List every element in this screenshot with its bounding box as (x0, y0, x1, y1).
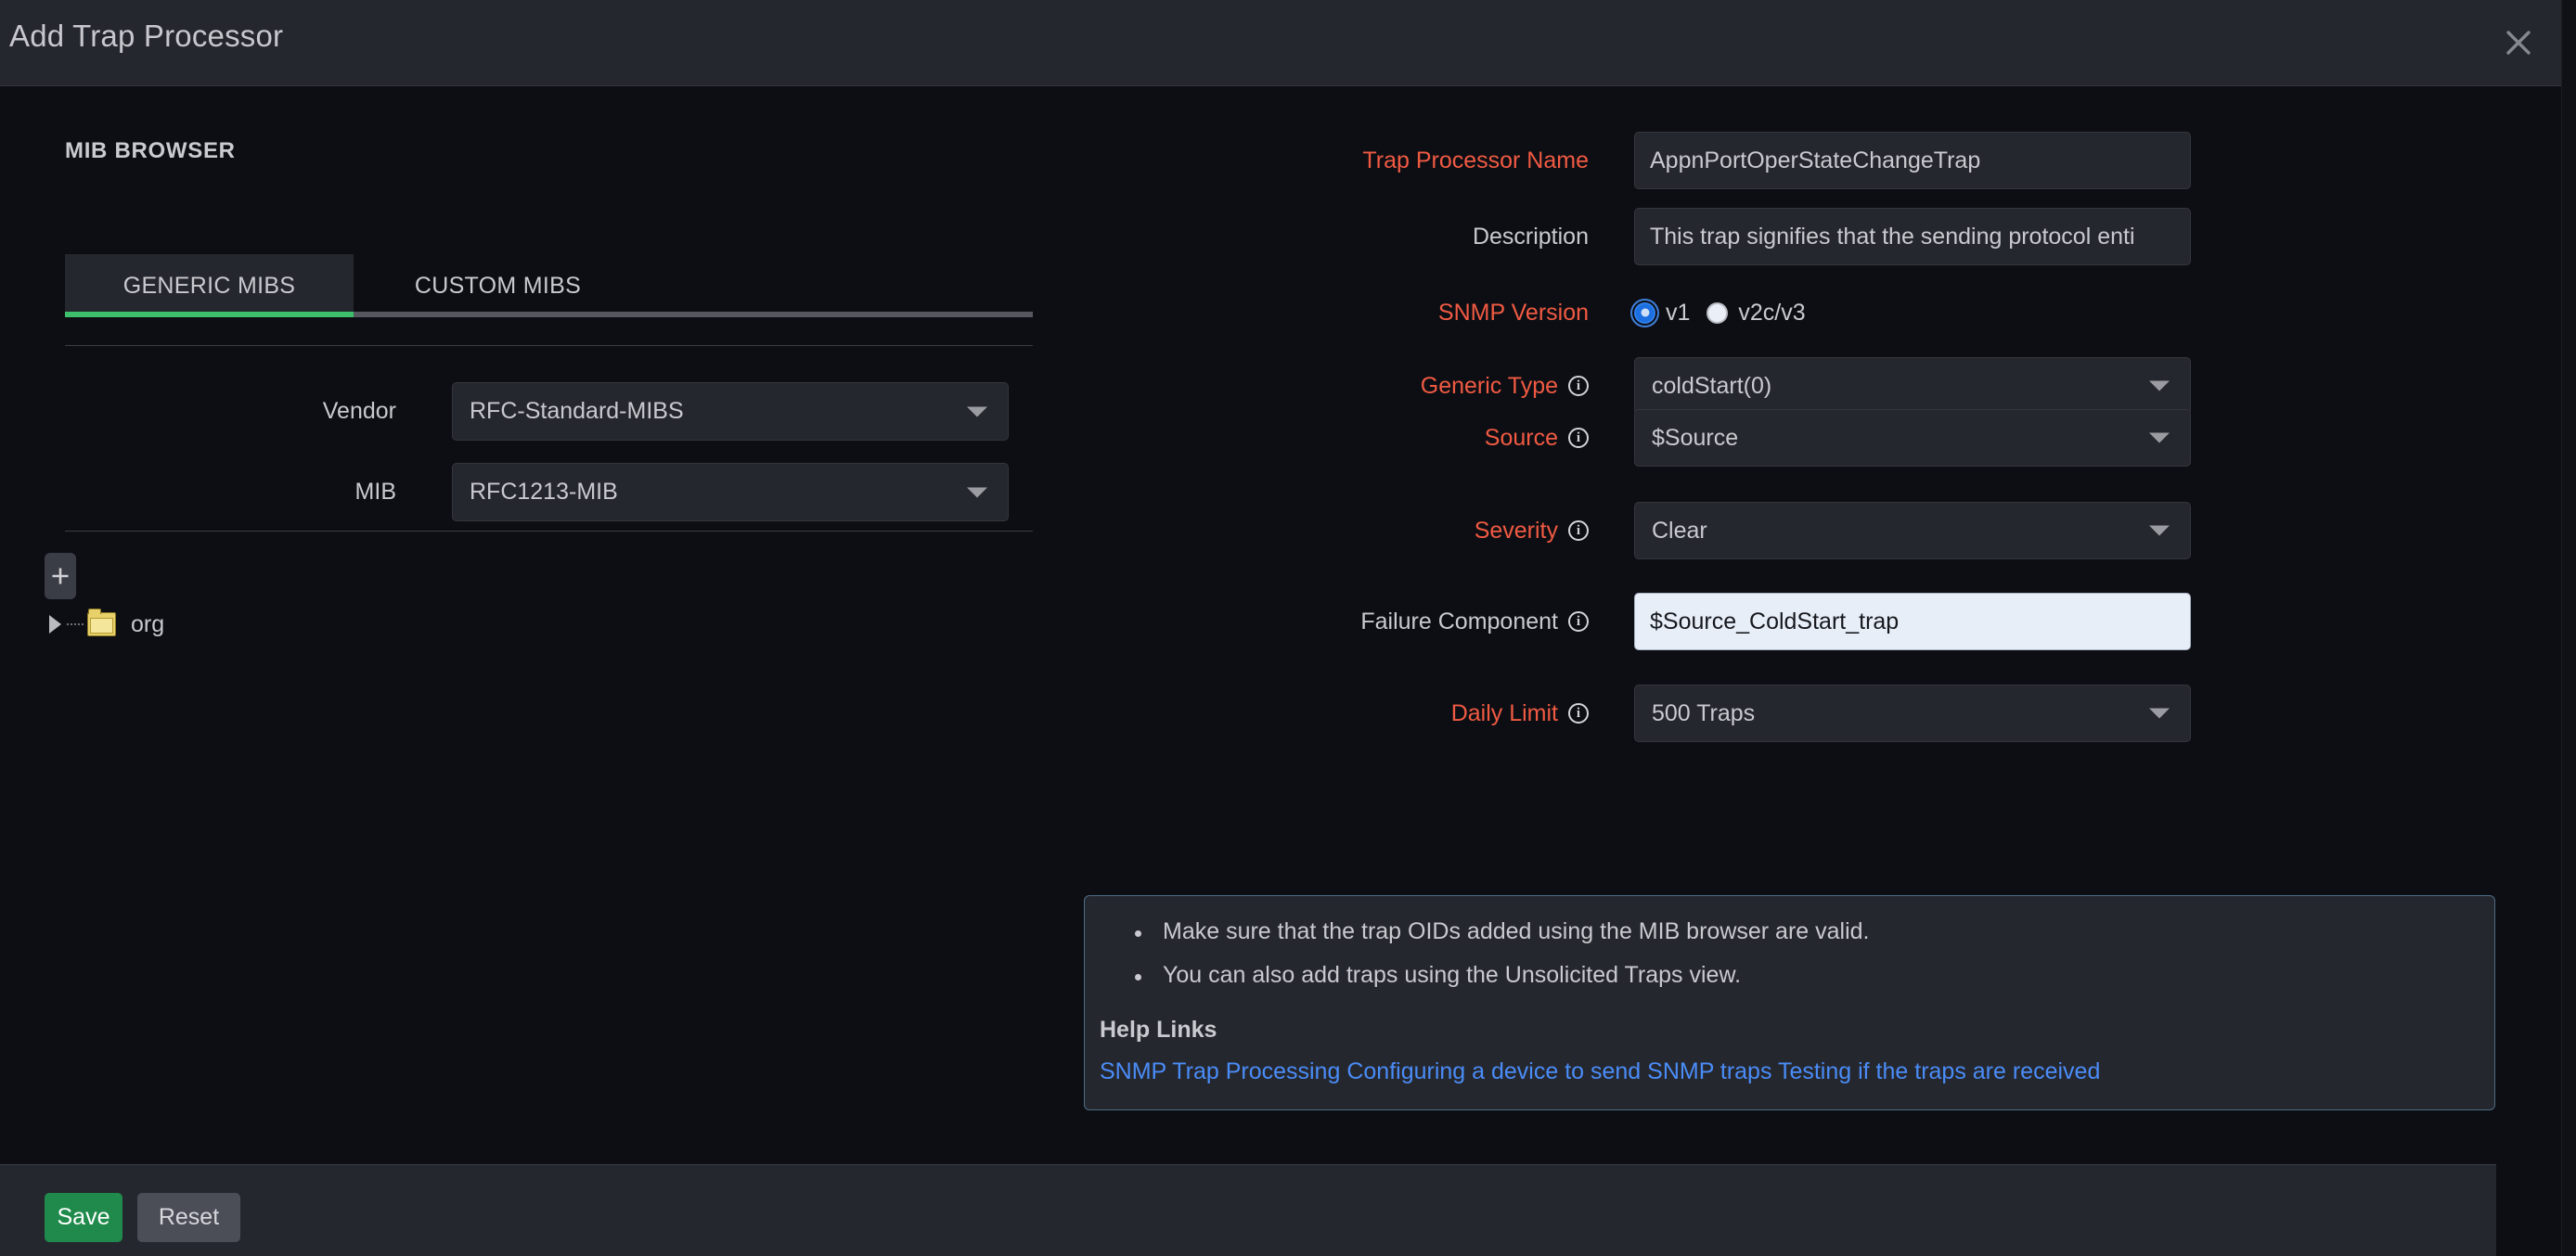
snmp-version-label: SNMP Version (1076, 284, 1589, 341)
chevron-down-icon (967, 487, 987, 497)
reset-button[interactable]: Reset (137, 1193, 240, 1242)
help-link-configuring-device[interactable]: Configuring a device to send SNMP traps (1346, 1058, 1771, 1084)
mib-select-value: RFC1213-MIB (470, 479, 618, 506)
daily-limit-label-wrap: Daily Limit i (1076, 685, 1589, 742)
generic-type-select[interactable]: coldStart(0) (1634, 357, 2191, 415)
snmp-version-option-v1-label: v1 (1666, 300, 1690, 327)
help-bullet-list: Make sure that the trap OIDs added using… (1135, 920, 2494, 987)
tab-generic-mibs[interactable]: GENERIC MIBS (65, 254, 354, 317)
list-item: You can also add traps using the Unsolic… (1135, 964, 2494, 987)
source-row: Source i $Source (1076, 409, 2376, 467)
failure-component-row: Failure Component i (1076, 593, 2376, 650)
tabs-trailing-underline (642, 312, 1033, 317)
page-title: Add Trap Processor (9, 19, 283, 54)
info-icon[interactable]: i (1568, 703, 1589, 724)
tab-custom-mibs[interactable]: CUSTOM MIBS (354, 254, 642, 317)
dialog-titlebar: Add Trap Processor (0, 0, 2561, 86)
generic-type-label-wrap: Generic Type i (1076, 357, 1589, 415)
failure-component-label-wrap: Failure Component i (1076, 593, 1589, 650)
tab-generic-mibs-label: GENERIC MIBS (123, 273, 296, 300)
save-button[interactable]: Save (45, 1193, 122, 1242)
snmp-version-option-v2c-v3[interactable]: v2c/v3 (1707, 300, 1805, 327)
info-icon[interactable]: i (1568, 611, 1589, 632)
info-icon[interactable]: i (1568, 376, 1589, 396)
chevron-down-icon (2149, 381, 2170, 391)
failure-component-label: Failure Component (1360, 609, 1558, 635)
description-row: Description (1076, 208, 2376, 265)
vendor-select-value: RFC-Standard-MIBS (470, 398, 684, 425)
tree-divider (65, 531, 1033, 532)
severity-value: Clear (1652, 518, 1707, 545)
daily-limit-value: 500 Traps (1652, 700, 1755, 727)
info-icon[interactable]: i (1568, 428, 1589, 448)
page-gutter (2561, 0, 2576, 1256)
snmp-version-option-v2c-v3-label: v2c/v3 (1738, 300, 1805, 327)
severity-select[interactable]: Clear (1634, 502, 2191, 559)
tabs-divider (65, 345, 1033, 346)
add-trap-processor-dialog: Add Trap Processor MIB BROWSER GENERIC M… (0, 0, 2576, 1256)
chevron-down-icon (2149, 709, 2170, 719)
mib-select[interactable]: RFC1213-MIB (452, 463, 1009, 521)
daily-limit-label: Daily Limit (1451, 700, 1558, 727)
chevron-down-icon (2149, 526, 2170, 536)
daily-limit-select[interactable]: 500 Traps (1634, 685, 2191, 742)
description-label: Description (1076, 208, 1589, 265)
tab-inactive-underline (354, 312, 642, 317)
severity-label: Severity (1475, 518, 1558, 545)
generic-type-label: Generic Type (1421, 373, 1558, 400)
description-input[interactable] (1634, 208, 2191, 265)
add-node-button[interactable] (45, 553, 76, 599)
close-icon[interactable] (2498, 22, 2539, 63)
dialog-body: MIB BROWSER GENERIC MIBS CUSTOM MIBS Ven… (0, 86, 2561, 1164)
tab-custom-mibs-label: CUSTOM MIBS (415, 273, 581, 300)
daily-limit-row: Daily Limit i 500 Traps (1076, 685, 2376, 742)
trap-processor-name-row: Trap Processor Name (1076, 132, 2376, 189)
mib-browser-tabs: GENERIC MIBS CUSTOM MIBS (65, 254, 1033, 317)
mib-field-row: MIB RFC1213-MIB (65, 463, 1033, 521)
folder-icon (87, 612, 116, 636)
mib-browser-panel: MIB BROWSER GENERIC MIBS CUSTOM MIBS Ven… (0, 86, 1076, 1164)
source-label: Source (1485, 425, 1558, 452)
generic-type-row: Generic Type i coldStart(0) (1076, 357, 2376, 415)
tree-node-label: org (131, 611, 164, 638)
snmp-version-radio-group: v1 v2c/v3 (1634, 284, 2191, 341)
chevron-down-icon (967, 406, 987, 417)
radio-selected-icon[interactable] (1634, 302, 1655, 324)
snmp-version-row: SNMP Version v1 v2c/v3 (1076, 284, 2376, 341)
tree-connector (67, 623, 84, 625)
help-link-snmp-trap-processing[interactable]: SNMP Trap Processing (1100, 1058, 1340, 1084)
mib-browser-heading: MIB BROWSER (65, 138, 236, 164)
severity-label-wrap: Severity i (1076, 502, 1589, 559)
generic-type-value: coldStart(0) (1652, 373, 1771, 400)
info-icon[interactable]: i (1568, 520, 1589, 541)
source-value: $Source (1652, 425, 1738, 452)
mib-label: MIB (65, 463, 396, 521)
vendor-label: Vendor (65, 382, 396, 441)
source-select[interactable]: $Source (1634, 409, 2191, 467)
snmp-version-option-v1[interactable]: v1 (1634, 300, 1690, 327)
help-link-testing-traps[interactable]: Testing if the traps are received (1778, 1058, 2100, 1084)
dialog-footer: Save Reset (0, 1164, 2496, 1256)
help-links-title: Help Links (1100, 1017, 2494, 1044)
trap-processor-name-input[interactable] (1634, 132, 2191, 189)
chevron-right-icon[interactable] (45, 608, 65, 641)
trap-processor-form: Trap Processor Name Description SNMP Ver… (1076, 86, 2561, 1164)
tab-active-underline (65, 312, 354, 317)
help-links-row: SNMP Trap Processing Configuring a devic… (1100, 1058, 2494, 1085)
radio-unselected-icon[interactable] (1707, 302, 1728, 324)
failure-component-input[interactable] (1634, 593, 2191, 650)
severity-row: Severity i Clear (1076, 502, 2376, 559)
vendor-select[interactable]: RFC-Standard-MIBS (452, 382, 1009, 441)
tree-node-org[interactable]: org (45, 608, 164, 641)
source-label-wrap: Source i (1076, 409, 1589, 467)
help-box: Make sure that the trap OIDs added using… (1084, 895, 2495, 1110)
vendor-field-row: Vendor RFC-Standard-MIBS (65, 382, 1033, 441)
trap-processor-name-label: Trap Processor Name (1076, 132, 1589, 189)
list-item: Make sure that the trap OIDs added using… (1135, 920, 2494, 943)
chevron-down-icon (2149, 433, 2170, 443)
